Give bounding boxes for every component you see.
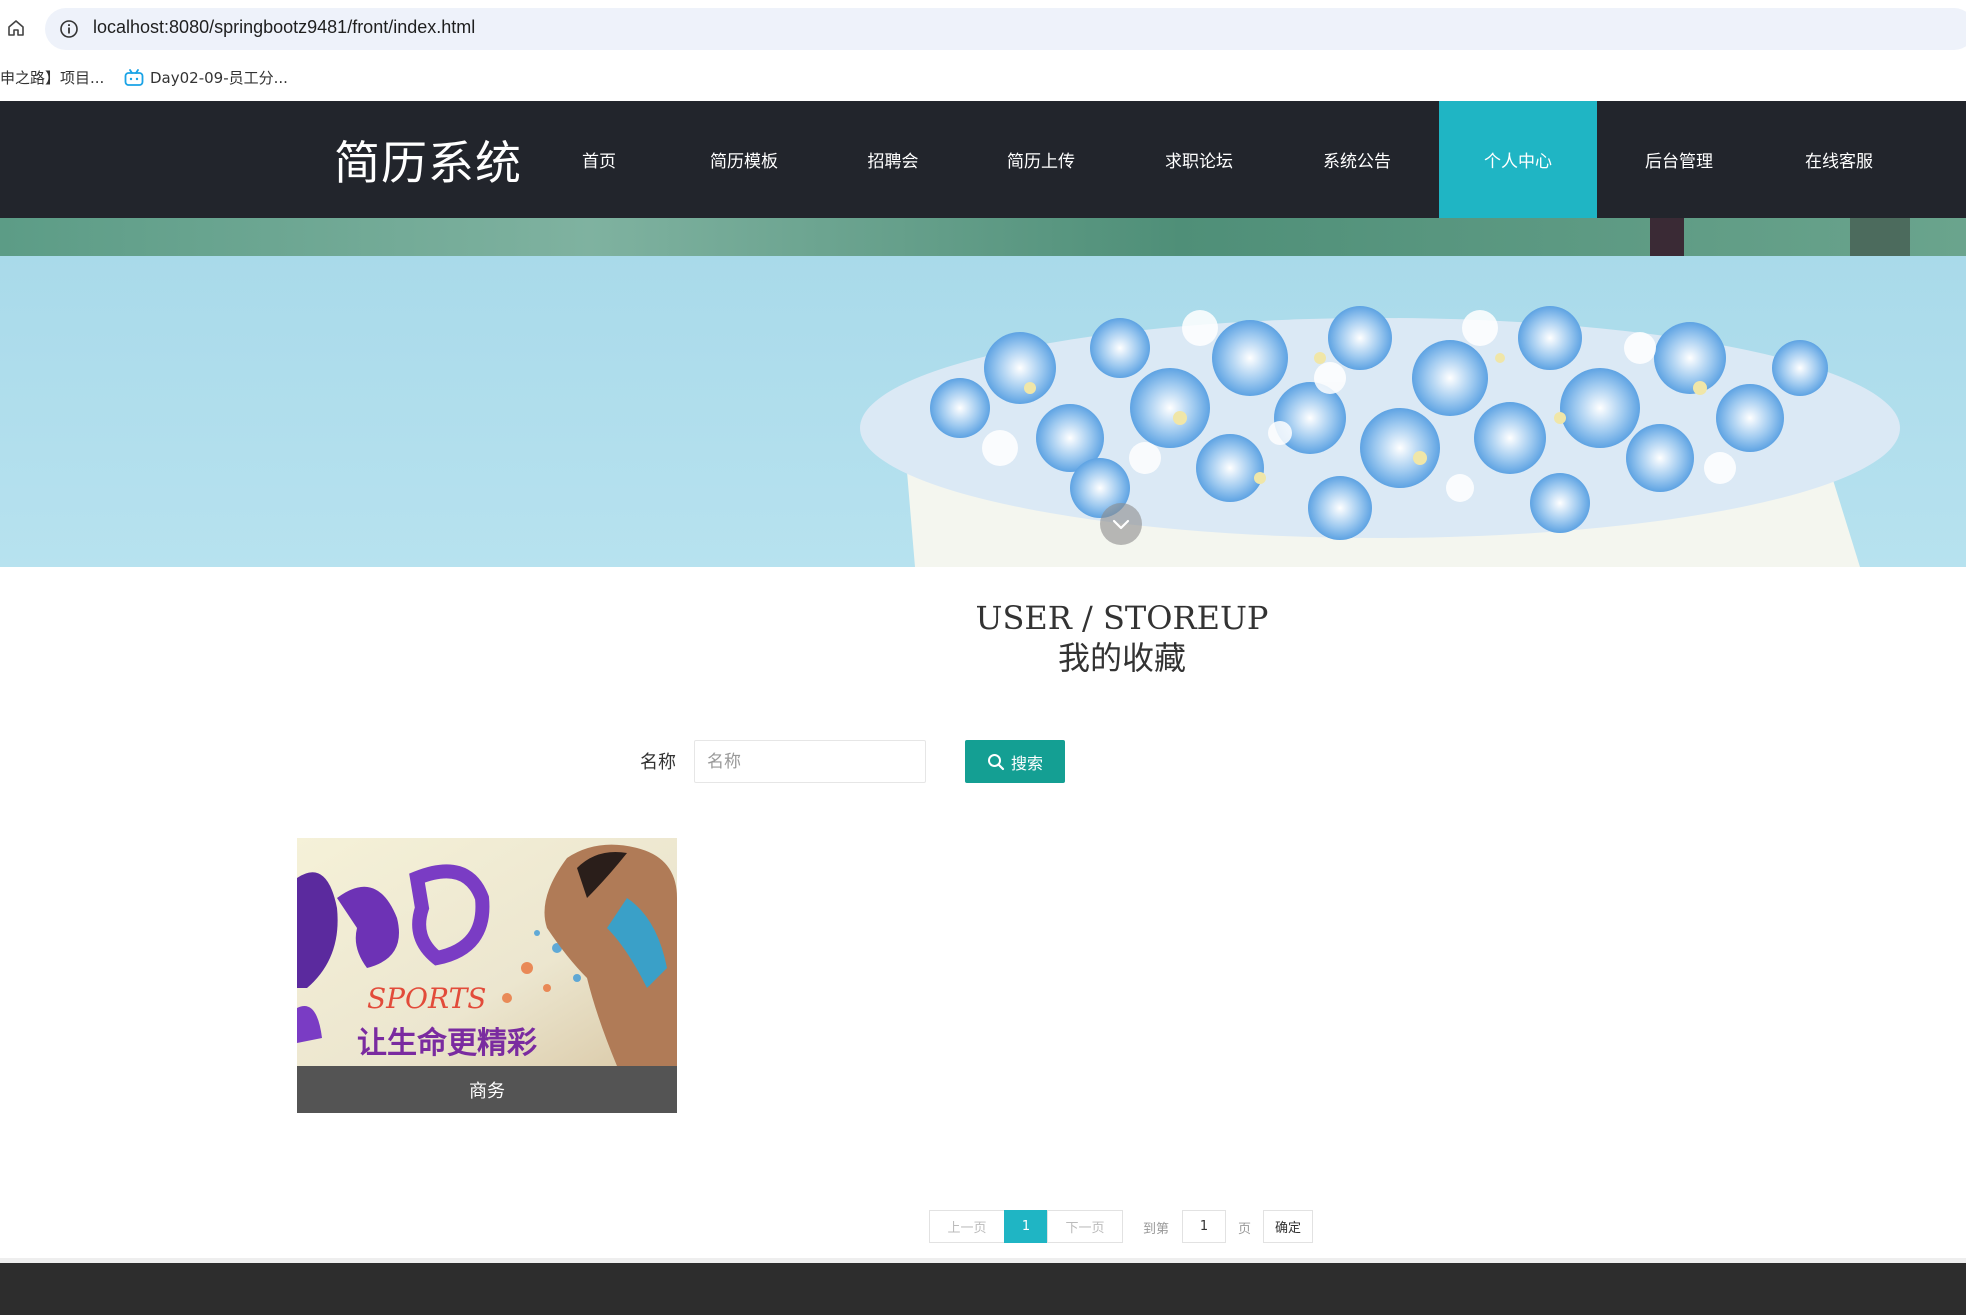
url-text: localhost:8080/springbootz9481/front/ind… bbox=[93, 17, 476, 37]
page-title-zh: 我的收藏 bbox=[1057, 639, 1186, 677]
confirm-page-button[interactable]: 确定 bbox=[1263, 1210, 1313, 1243]
chevron-down-icon bbox=[1112, 519, 1130, 530]
search-button-label: 搜索 bbox=[1010, 753, 1043, 773]
nav-item-home[interactable]: 首页 bbox=[555, 101, 643, 218]
search-button[interactable]: 搜索 bbox=[965, 740, 1065, 783]
sports-poster-image: SPORTS 让生命更精彩 bbox=[297, 838, 677, 1066]
nav-item-job-fair[interactable]: 招聘会 bbox=[850, 101, 936, 218]
site-logo[interactable]: 简历系统 bbox=[334, 127, 522, 193]
bookmark-item[interactable]: Day02-09-员工分... bbox=[124, 67, 288, 88]
poster-slogan-text: 让生命更精彩 bbox=[357, 1026, 537, 1061]
card-caption: 商务 bbox=[297, 1066, 677, 1113]
nav-item-personal-center[interactable]: 个人中心 bbox=[1439, 101, 1597, 218]
search-icon bbox=[987, 753, 1005, 770]
goto-label: 到第 bbox=[1143, 1222, 1170, 1237]
nav-item-admin[interactable]: 后台管理 bbox=[1633, 101, 1725, 218]
search-input[interactable] bbox=[694, 740, 926, 783]
nav-item-resume-upload[interactable]: 简历上传 bbox=[995, 101, 1087, 218]
browser-address-bar: localhost:8080/springbootz9481/front/ind… bbox=[0, 0, 1966, 57]
nav-item-announcements[interactable]: 系统公告 bbox=[1311, 101, 1403, 218]
page-unit-label: 页 bbox=[1238, 1222, 1252, 1237]
site-nav: 简历系统 首页 简历模板 招聘会 简历上传 求职论坛 系统公告 个人中心 后台管… bbox=[0, 101, 1966, 218]
search-label: 名称 bbox=[640, 752, 676, 773]
poster-sports-text: SPORTS bbox=[367, 982, 486, 1015]
scroll-down-button[interactable] bbox=[1100, 503, 1142, 545]
bilibili-tv-icon bbox=[124, 68, 144, 86]
goto-page-input[interactable] bbox=[1182, 1210, 1226, 1243]
favorite-card[interactable]: SPORTS 让生命更精彩 商务 bbox=[297, 838, 677, 1113]
hero-banner bbox=[0, 218, 1966, 567]
nav-item-resume-templates[interactable]: 简历模板 bbox=[698, 101, 790, 218]
bookmark-item[interactable]: 申之路】项目... bbox=[0, 67, 104, 88]
home-icon[interactable] bbox=[6, 18, 26, 38]
site-info-icon[interactable] bbox=[59, 19, 79, 39]
current-page-button[interactable]: 1 bbox=[1004, 1210, 1048, 1243]
next-page-button[interactable]: 下一页 bbox=[1047, 1210, 1123, 1243]
bookmarks-bar: 申之路】项目... Day02-09-员工分... bbox=[0, 57, 1966, 101]
footer bbox=[0, 1263, 1966, 1315]
banner-image bbox=[0, 218, 1966, 567]
section-title: USER / STOREUP 我的收藏 bbox=[0, 598, 1966, 678]
page-title-en: USER / STOREUP bbox=[975, 599, 1269, 637]
nav-item-online-service[interactable]: 在线客服 bbox=[1793, 101, 1885, 218]
prev-page-button[interactable]: 上一页 bbox=[929, 1210, 1005, 1243]
url-bar[interactable]: localhost:8080/springbootz9481/front/ind… bbox=[45, 8, 1966, 50]
card-image: SPORTS 让生命更精彩 bbox=[297, 838, 677, 1066]
nav-item-job-forum[interactable]: 求职论坛 bbox=[1153, 101, 1245, 218]
